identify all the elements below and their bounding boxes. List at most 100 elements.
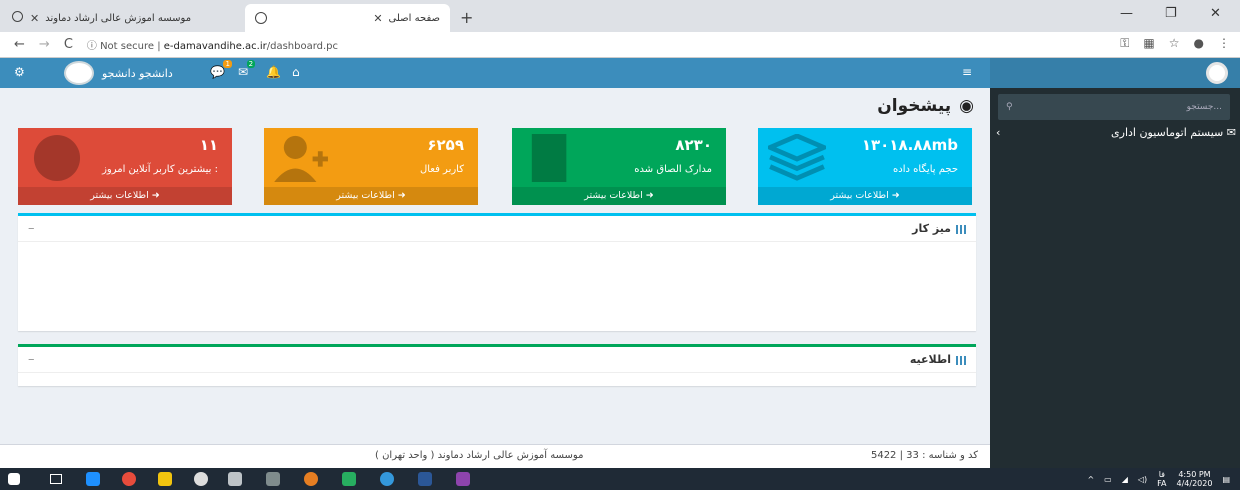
stat-label: مدارک الصاق شده <box>634 164 712 175</box>
more-info-link[interactable]: اطلاعات بیشتر ➜ <box>18 187 232 205</box>
stat-box-database-size: ۱۳۰۱۸.۸۸mb حجم پایگاه داده اطلاعات بیشتر… <box>758 128 972 205</box>
word-icon[interactable] <box>418 472 432 486</box>
battery-icon[interactable]: ▭ <box>1104 475 1112 484</box>
search-placeholder: جستجو... <box>1186 102 1222 112</box>
url-security-text: Not secure | <box>100 41 164 52</box>
file-explorer-icon[interactable] <box>158 472 172 486</box>
stat-label: بیشترین کاربر آنلاین امروز : <box>102 164 218 175</box>
back-icon[interactable]: ← <box>14 37 25 52</box>
star-icon[interactable]: ☆ <box>1169 36 1180 51</box>
announcements-panel: – اطلاعیه <box>18 344 976 386</box>
url-host: e-damavandihe.ac.ir <box>163 41 267 52</box>
arrow-circle-icon: ➜ <box>891 190 900 201</box>
sidebar-item-office-automation[interactable]: ‹ سیستم اتوماسیون اداری ✉ <box>996 126 1236 139</box>
stat-label: حجم پایگاه داده <box>893 164 958 175</box>
more-info-text: اطلاعات بیشتر <box>584 190 643 201</box>
mail-icon[interactable]: ✉ 2 <box>238 60 256 79</box>
layers-icon <box>768 134 826 181</box>
restore-button[interactable]: ❐ <box>1165 6 1177 21</box>
grid-icon <box>956 224 966 234</box>
reload-icon[interactable]: C <box>64 37 73 52</box>
app-icon[interactable] <box>266 472 280 486</box>
user-name: دانشجو دانشجو <box>102 66 173 80</box>
key-icon[interactable]: ⚿ <box>1120 36 1129 51</box>
close-tab-icon[interactable]: ✕ <box>373 12 382 25</box>
close-tab-icon[interactable]: ✕ <box>30 12 39 25</box>
more-info-text: اطلاعات بیشتر <box>336 190 395 201</box>
dashboard-gauge-icon: ◉ <box>959 96 974 116</box>
arrow-circle-icon: ➜ <box>645 190 654 201</box>
taskbar: ^ ▭ ◢ ◁) فا FA 4:50 PM 4/4/2020 ▤ <box>0 468 1240 490</box>
clock-time: 4:50 PM <box>1178 470 1211 479</box>
excel-icon[interactable] <box>342 472 356 486</box>
more-info-text: اطلاعات بیشتر <box>90 190 149 201</box>
more-info-link[interactable]: اطلاعات بیشتر ➜ <box>758 187 972 205</box>
collapse-button[interactable]: – <box>28 352 35 367</box>
more-info-link[interactable]: اطلاعات بیشتر ➜ <box>264 187 478 205</box>
language-indicator[interactable]: فا FA <box>1157 470 1166 488</box>
translate-icon[interactable]: ▦ <box>1143 36 1154 51</box>
tab-institute[interactable]: ✕ موسسه اموزش عالی ارشاد دماوند <box>20 4 235 32</box>
stat-box-online-users: ۱۱ بیشترین کاربر آنلاین امروز : اطلاعات … <box>18 128 232 205</box>
clock-date: 4/4/2020 <box>1176 479 1213 488</box>
forward-icon[interactable]: → <box>39 37 50 52</box>
profile-icon[interactable]: ● <box>1194 36 1204 51</box>
stat-value: ۱۳۰۱۸.۸۸mb <box>861 136 958 154</box>
clock[interactable]: 4:50 PM 4/4/2020 <box>1177 470 1213 488</box>
url-field[interactable]: ⓘ Not secure | e-damavandihe.ac.ir/dashb… <box>87 37 338 52</box>
chrome-icon[interactable] <box>122 472 136 486</box>
notifications-icon[interactable]: ▤ <box>1222 475 1230 484</box>
close-window-button[interactable]: ✕ <box>1210 6 1221 21</box>
network-icon[interactable]: ◢ <box>1122 475 1128 484</box>
sidebar-search-input[interactable]: ⚲ جستجو... <box>998 94 1230 120</box>
envelope-icon: ✉ <box>1226 126 1236 139</box>
chevron-up-icon[interactable]: ^ <box>1087 475 1094 484</box>
hamburger-menu-icon[interactable]: ≡ <box>962 65 972 79</box>
firefox-icon[interactable] <box>304 472 318 486</box>
url-path: /dashboard.pc <box>266 41 339 52</box>
minimize-button[interactable]: — <box>1120 6 1133 21</box>
volume-icon[interactable]: ◁) <box>1138 475 1147 484</box>
user-plus-icon <box>274 135 328 182</box>
stat-value: ۸۲۳۰ <box>675 136 712 154</box>
app-header: ⚙ دانشجو دانشجو 💬 1 ✉ 2 🔔 ⌂ ≡ <box>0 58 990 88</box>
logo-bar <box>990 58 1240 88</box>
media-app-icon[interactable] <box>456 472 470 486</box>
more-info-text: اطلاعات بیشتر <box>830 190 889 201</box>
home-icon[interactable]: ⌂ <box>292 65 300 79</box>
panel-title: اطلاعیه <box>909 353 951 366</box>
footer-code: کد و شناسه : 33 | 5422 <box>870 450 978 461</box>
collapse-button[interactable]: – <box>28 221 35 236</box>
stat-value: ۱۱ <box>199 136 218 154</box>
arrow-circle-icon: ➜ <box>151 190 160 201</box>
tab-title: صفحه اصلی <box>388 12 440 24</box>
search-icon[interactable]: ⚲ <box>1006 102 1013 112</box>
footer-institute: موسسه آموزش عالی ارشاد دماوند ( واحد تهر… <box>375 450 584 461</box>
chevron-left-icon: ‹ <box>996 126 1001 139</box>
new-tab-button[interactable]: + <box>460 8 473 27</box>
info-icon[interactable]: ⓘ <box>87 41 100 52</box>
language-code: FA <box>1157 479 1167 488</box>
tab-home[interactable]: ✕ صفحه اصلی <box>245 4 450 32</box>
user-menu[interactable]: دانشجو دانشجو <box>64 61 173 85</box>
settings-icon[interactable]: ⚙ <box>14 65 25 79</box>
media-player-icon[interactable] <box>194 472 208 486</box>
windows-start-icon[interactable] <box>8 473 20 485</box>
stat-label: کاربر فعال <box>419 164 464 175</box>
arrow-circle-icon: ➜ <box>397 190 406 201</box>
menu-dots-icon[interactable]: ⋮ <box>1218 36 1230 51</box>
edge-icon[interactable] <box>86 472 100 486</box>
mail-badge: 2 <box>246 60 256 68</box>
sidebar-item-label: سیستم اتوماسیون اداری <box>1111 126 1224 139</box>
task-view-icon[interactable] <box>50 474 62 484</box>
page-title-text: پیشخوان <box>877 96 952 116</box>
stat-box-attached-documents: ۸۲۳۰ مدارک الصاق شده اطلاعات بیشتر ➜ <box>512 128 726 205</box>
bell-icon[interactable]: 🔔 <box>266 65 281 79</box>
stat-value: ۶۲۵۹ <box>427 136 464 154</box>
main-content: پیشخوان ◉ ۱۳۰۱۸.۸۸mb حجم پایگاه داده اطل… <box>0 88 990 468</box>
logo-icon[interactable] <box>1206 62 1228 84</box>
calculator-icon[interactable] <box>228 472 242 486</box>
messages-icon[interactable]: 💬 1 <box>210 60 232 79</box>
network-app-icon[interactable] <box>380 472 394 486</box>
more-info-link[interactable]: اطلاعات بیشتر ➜ <box>512 187 726 205</box>
